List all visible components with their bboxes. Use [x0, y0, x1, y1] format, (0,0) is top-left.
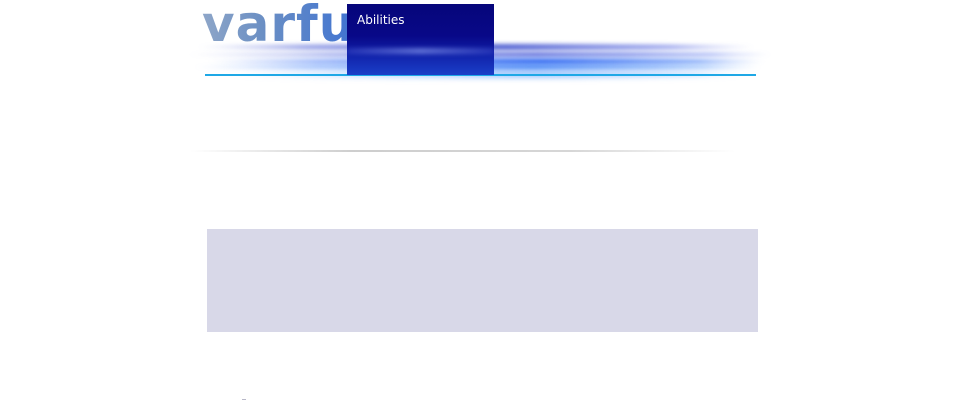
nav-menu-label[interactable]: Abilities [357, 13, 405, 27]
nav-menu-abilities[interactable]: Abilities [347, 4, 494, 75]
content-panel [207, 229, 758, 332]
section-divider [190, 150, 735, 152]
menu-shine [347, 48, 494, 54]
footer-mark [242, 399, 246, 400]
site-logo[interactable]: varfu [202, 0, 355, 52]
page: varfu Abilities [0, 0, 960, 402]
